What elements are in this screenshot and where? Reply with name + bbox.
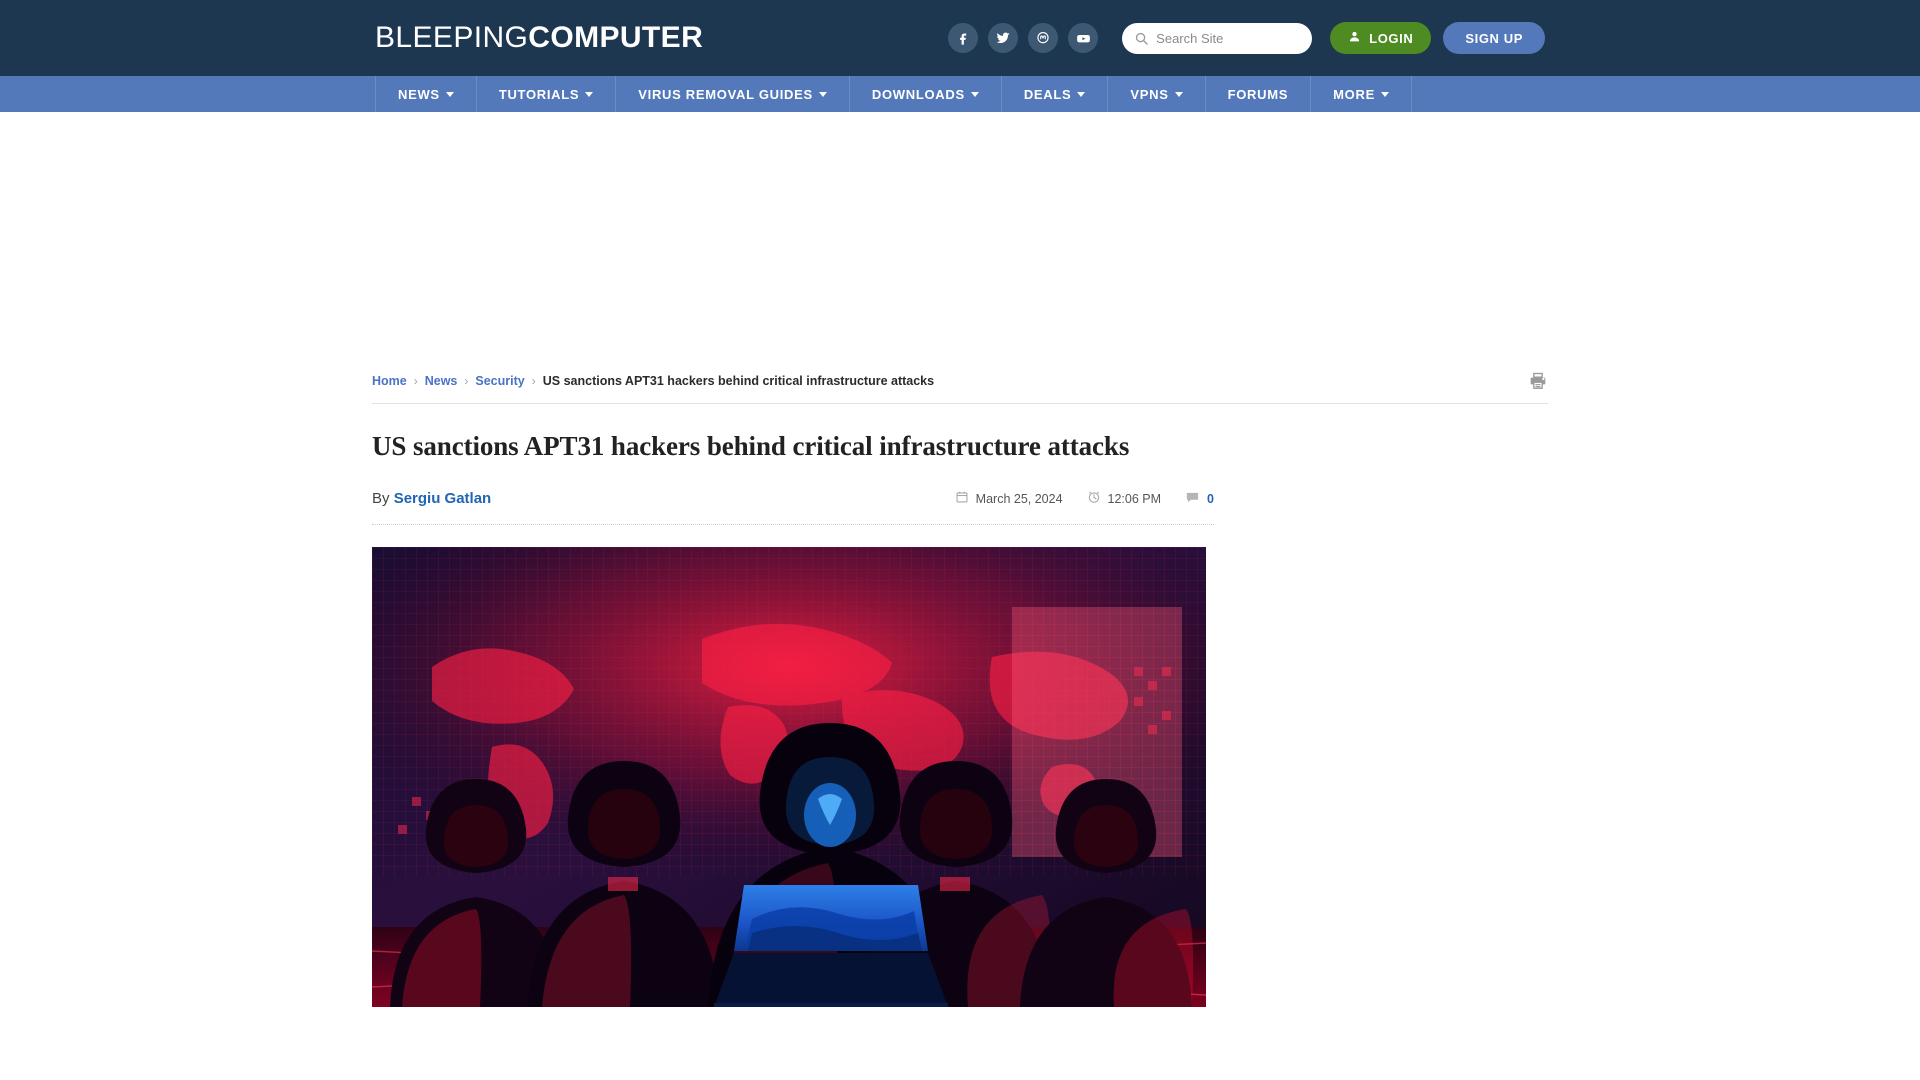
content-container: Home › News › Security › US sanctions AP… [372,365,1548,1007]
hero-illustration [372,546,1206,1007]
comment-count-text: 0 [1207,491,1214,506]
publish-date: March 25, 2024 [955,490,1063,507]
print-icon[interactable] [1528,371,1548,391]
youtube-icon[interactable] [1068,23,1099,53]
breadcrumb-separator-icon: › [413,374,418,388]
main-navigation: NEWS TUTORIALS VIRUS REMOVAL GUIDES DOWNLOA… [0,76,1920,112]
login-label: LOGIN [1369,30,1414,46]
article-hero-image [372,546,1206,1007]
logo-text-bold: COMPUTER [528,21,704,54]
article: US sanctions APT31 hackers behind critic… [372,404,1214,1007]
signup-button[interactable]: SIGN UP [1443,22,1545,54]
facebook-icon[interactable] [948,23,979,53]
site-header: BLEEPING COMPUTER Search Site LOGIN SIGN… [0,0,1920,76]
nav-item-vpns[interactable]: VPNS [1108,76,1206,112]
nav-item-tutorials[interactable]: TUTORIALS [477,76,617,112]
nav-item-label: MORE [1333,86,1375,102]
chevron-down-icon [970,91,979,97]
chevron-down-icon [1380,91,1389,97]
breadcrumb-news[interactable]: News [425,374,458,388]
nav-item-label: DEALS [1023,86,1072,102]
breadcrumb-separator-icon: › [531,374,536,388]
by-label: By [372,490,390,508]
chevron-down-icon [818,91,827,97]
breadcrumb: Home › News › Security › US sanctions AP… [372,374,934,388]
article-byline: By Sergiu Gatlan March 25, 2024 12:06 PM… [372,464,1214,525]
breadcrumb-current: US sanctions APT31 hackers behind critic… [542,374,935,388]
nav-item-forums[interactable]: FORUMS [1206,76,1312,112]
nav-item-virus-removal-guides[interactable]: VIRUS REMOVAL GUIDES [616,76,850,112]
chevron-down-icon [1077,91,1086,97]
clock-icon [1087,490,1101,507]
author-block: By Sergiu Gatlan [372,490,491,507]
comment-count[interactable]: 0 [1185,490,1214,508]
nav-item-deals[interactable]: DEALS [1002,76,1109,112]
nav-item-label: NEWS [398,86,440,102]
publish-date-text: March 25, 2024 [975,491,1063,506]
chevron-down-icon [445,91,454,97]
nav-item-label: TUTORIALS [498,86,580,102]
nav-item-more[interactable]: MORE [1311,76,1412,112]
advertisement-slot [0,112,1920,365]
breadcrumb-row: Home › News › Security › US sanctions AP… [372,365,1548,404]
chevron-down-icon [1174,91,1183,97]
nav-item-news[interactable]: NEWS [375,76,477,112]
nav-item-label: VPNS [1130,86,1169,102]
nav-item-label: FORUMS [1227,86,1289,102]
twitter-icon[interactable] [988,23,1019,53]
logo-text-light: BLEEPING [375,21,529,54]
login-button[interactable]: LOGIN [1330,22,1432,54]
page-title: US sanctions APT31 hackers behind critic… [372,431,1130,461]
header-right-group: LOGIN SIGN UP [948,22,1545,54]
nav-item-label: VIRUS REMOVAL GUIDES [638,86,813,102]
calendar-icon [955,490,969,507]
user-icon [1348,30,1361,46]
breadcrumb-separator-icon: › [464,374,469,388]
breadcrumb-home[interactable]: Home [372,374,407,388]
search-icon [1134,31,1149,46]
social-links [948,23,1099,53]
breadcrumb-security[interactable]: Security [475,374,524,388]
publish-time: 12:06 PM [1087,490,1162,507]
nav-item-label: DOWNLOADS [871,86,965,102]
comment-icon [1185,490,1200,508]
nav-item-downloads[interactable]: DOWNLOADS [850,76,1002,112]
signup-label: SIGN UP [1465,30,1523,46]
search-input[interactable] [1156,30,1301,46]
chevron-down-icon [585,91,594,97]
publish-time-text: 12:06 PM [1107,491,1162,506]
mastodon-icon[interactable] [1028,23,1059,53]
site-logo[interactable]: BLEEPING COMPUTER [375,23,703,53]
search-box[interactable] [1122,22,1313,54]
article-meta: March 25, 2024 12:06 PM 0 [955,490,1214,508]
author-link[interactable]: Sergiu Gatlan [394,490,492,507]
